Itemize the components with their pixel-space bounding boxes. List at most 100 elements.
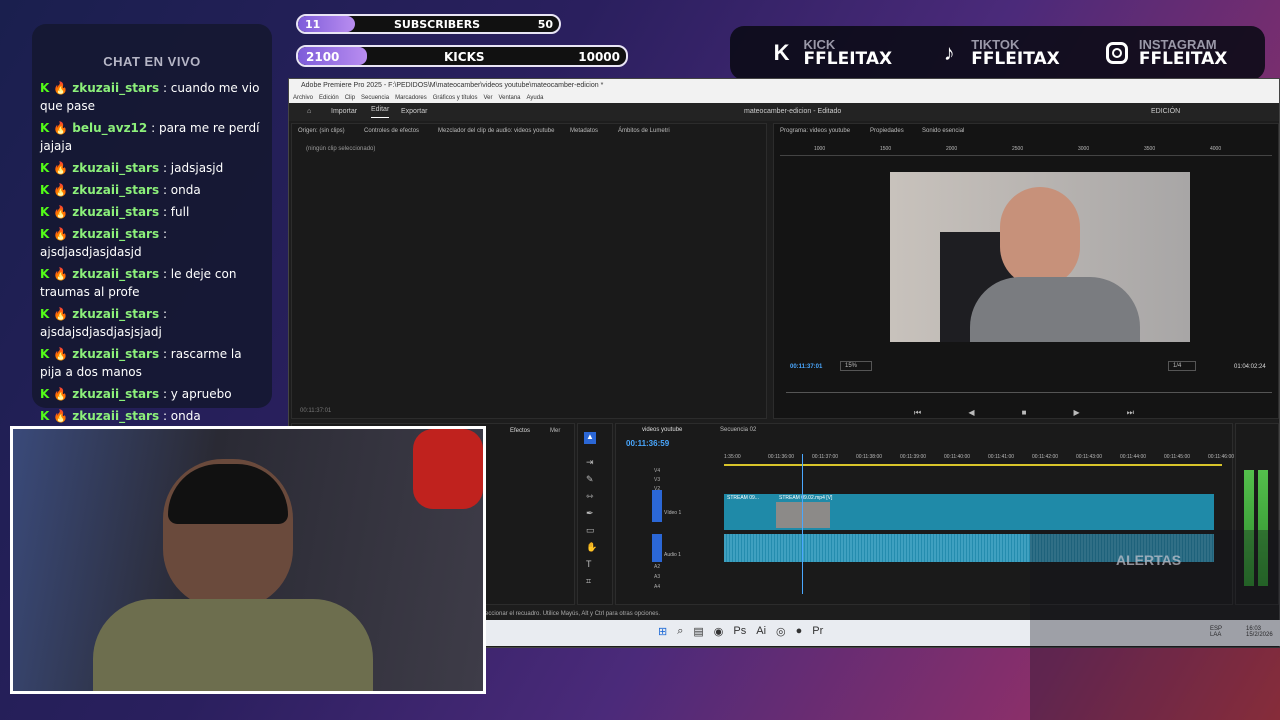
tab-efectos[interactable]: Efectos xyxy=(510,428,530,434)
alerts-box: ALERTAS xyxy=(1030,530,1280,720)
windows-start-icon[interactable]: ⊞ xyxy=(658,625,667,638)
social-instagram: INSTAGRAM FFLEITAX xyxy=(1103,38,1227,68)
playhead[interactable] xyxy=(802,454,803,594)
home-icon[interactable]: ⌂ xyxy=(307,103,311,121)
menu-3[interactable]: Secuencia xyxy=(361,95,389,101)
spotify-icon[interactable]: ● xyxy=(796,625,803,638)
kick-badge-icon: K xyxy=(40,183,50,197)
menu-bar: Archivo Edición Clip Secuencia Marcadores Grá… xyxy=(289,93,1279,103)
source-tab-3[interactable]: Metadatos xyxy=(570,128,598,134)
ruler-label: 1000 xyxy=(814,146,826,152)
track-label[interactable]: V3 xyxy=(654,477,660,483)
fire-badge-icon: 🔥 xyxy=(53,81,69,95)
quality-select[interactable]: 1/4 xyxy=(1168,361,1197,371)
menu-8[interactable]: Ayuda xyxy=(527,95,544,101)
stop-icon[interactable]: ■ xyxy=(1022,408,1027,420)
ruler-label: 3500 xyxy=(1144,146,1156,152)
menu-0[interactable]: Archivo xyxy=(293,95,313,101)
tab-exportar[interactable]: Exportar xyxy=(401,103,427,121)
fire-badge-icon: 🔥 xyxy=(53,347,69,361)
chat-message: K 🔥 zkuzaii_stars : rascarme la pija a dos… xyxy=(40,345,264,381)
video-track-name: Vídeo 1 xyxy=(664,510,682,516)
subscribers-label: SUBSCRIBERS xyxy=(394,18,481,31)
kick-badge-icon: K xyxy=(40,409,50,423)
program-tab-1[interactable]: Propiedades xyxy=(870,128,904,134)
chat-username: zkuzaii_stars xyxy=(72,81,160,95)
kick-badge-icon: K xyxy=(40,121,50,135)
play-icon[interactable]: ▶ xyxy=(1074,408,1080,420)
chat-username: zkuzaii_stars xyxy=(72,387,160,401)
premiere-icon[interactable]: Pr xyxy=(812,625,823,638)
clip1-label: STREAM 09... xyxy=(727,495,759,501)
illustrator-icon[interactable]: Ai xyxy=(756,625,766,638)
chat-username: zkuzaii_stars xyxy=(72,227,160,241)
timeline-timecode: 00:11:36:59 xyxy=(626,439,670,448)
tab-editar[interactable]: Editar xyxy=(371,103,390,118)
streamer-shirt xyxy=(93,599,373,691)
step-back-icon[interactable]: ⏮ xyxy=(914,408,921,420)
webcam-feed xyxy=(10,426,486,694)
chat-message: K 🔥 belu_avz12 : para me re perdí jajaja xyxy=(40,119,264,155)
kicks-goal: 10000 xyxy=(578,50,620,64)
selection-tool-icon[interactable]: ▲ xyxy=(584,432,596,444)
timecode-label: 00:11:38:00 xyxy=(856,454,883,460)
taskbar-apps[interactable]: ⊞ ⌕ ▤ ◉ Ps Ai ◎ ● Pr xyxy=(658,625,823,638)
tool-icons[interactable]: ⇥ ✎ ⇿ ✒ ▭ ✋ T ⌗ xyxy=(586,454,597,590)
track-label[interactable]: A2 xyxy=(654,564,660,570)
chat-username: belu_avz12 xyxy=(72,121,148,135)
menu-2[interactable]: Clip xyxy=(345,95,355,101)
kick-badge-icon: K xyxy=(40,387,50,401)
zoom-select[interactable]: 15% xyxy=(840,361,873,371)
photoshop-icon[interactable]: Ps xyxy=(733,625,746,638)
rewind-icon[interactable]: ◀ xyxy=(968,408,974,420)
transport-controls[interactable]: ⏮ ◀ ■ ▶ ⏭ xyxy=(914,408,1134,420)
source-tab-2[interactable]: Mezclador del clip de audio: videos yout… xyxy=(438,128,554,134)
folder-icon[interactable]: ▤ xyxy=(693,625,703,638)
timecode-label: 00:11:37:00 xyxy=(812,454,839,460)
ruler-label: 3000 xyxy=(1078,146,1090,152)
chat-username: zkuzaii_stars xyxy=(72,161,160,175)
search-icon[interactable]: ⌕ xyxy=(677,625,683,638)
kick-badge-icon: K xyxy=(40,347,50,361)
menu-4[interactable]: Marcadores xyxy=(395,95,427,101)
chat-text: : jadsjasjd xyxy=(162,161,224,175)
kicks-goal-bar: 2100 KICKS 10000 xyxy=(296,45,628,67)
subscribers-current: 11 xyxy=(305,18,321,31)
source-tab-1[interactable]: Controles de efectos xyxy=(364,128,419,134)
program-tab-0[interactable]: Programa: videos youtube xyxy=(780,128,850,134)
chrome-icon[interactable]: ◎ xyxy=(776,625,786,638)
chat-message: K 🔥 zkuzaii_stars : ajsdjasdjasjdasjd xyxy=(40,225,264,261)
tab-mer[interactable]: Mer xyxy=(550,428,560,434)
live-chat-panel: CHAT EN VIVO K 🔥 zkuzaii_stars : cuando me… xyxy=(32,24,272,423)
step-forward-icon[interactable]: ⏭ xyxy=(1127,408,1134,420)
a1-target[interactable] xyxy=(652,534,662,562)
menu-1[interactable]: Edición xyxy=(319,95,339,101)
menu-5[interactable]: Gráficos y títulos xyxy=(433,95,478,101)
track-label[interactable]: A3 xyxy=(654,574,660,580)
menu-7[interactable]: Ventana xyxy=(498,95,520,101)
chat-username: zkuzaii_stars xyxy=(72,205,160,219)
discord-icon[interactable]: ◉ xyxy=(714,625,724,638)
track-label[interactable]: A4 xyxy=(654,584,660,590)
fire-badge-icon: 🔥 xyxy=(53,387,69,401)
kicks-label: KICKS xyxy=(444,50,485,64)
track-label[interactable]: V4 xyxy=(654,468,660,474)
v1-target[interactable] xyxy=(652,490,662,522)
tab-importar[interactable]: Importar xyxy=(331,103,357,121)
timecode-label: 00:11:36:00 xyxy=(768,454,795,460)
source-tab-4[interactable]: Ámbitos de Lumetri xyxy=(618,128,670,134)
chat-message: K 🔥 zkuzaii_stars : onda xyxy=(40,181,264,199)
project-title: mateocamber-edicion - Editado xyxy=(744,108,842,115)
kick-badge-icon: K xyxy=(40,307,50,321)
video-clip[interactable]: STREAM 09... STREAM 09.02.mp4 [V] xyxy=(724,494,1214,530)
menu-6[interactable]: Ver xyxy=(483,95,492,101)
chat-username: zkuzaii_stars xyxy=(72,409,160,423)
source-tab-0[interactable]: Origen: (sin clips) xyxy=(298,128,345,134)
social-tiktok: ♪ TIKTOK FFLEITAX xyxy=(935,38,1060,68)
program-scrubber[interactable] xyxy=(786,392,1272,393)
timeline-tab-secuencia[interactable]: Secuencia 02 xyxy=(720,427,756,433)
timeline-tab-videos[interactable]: videos youtube xyxy=(642,427,682,433)
top-toolbar: ⌂ Importar Editar Exportar mateocamber-e… xyxy=(289,103,1279,121)
workspace-label[interactable]: EDICIÓN xyxy=(1151,103,1180,121)
program-tab-2[interactable]: Sonido esencial xyxy=(922,128,964,134)
